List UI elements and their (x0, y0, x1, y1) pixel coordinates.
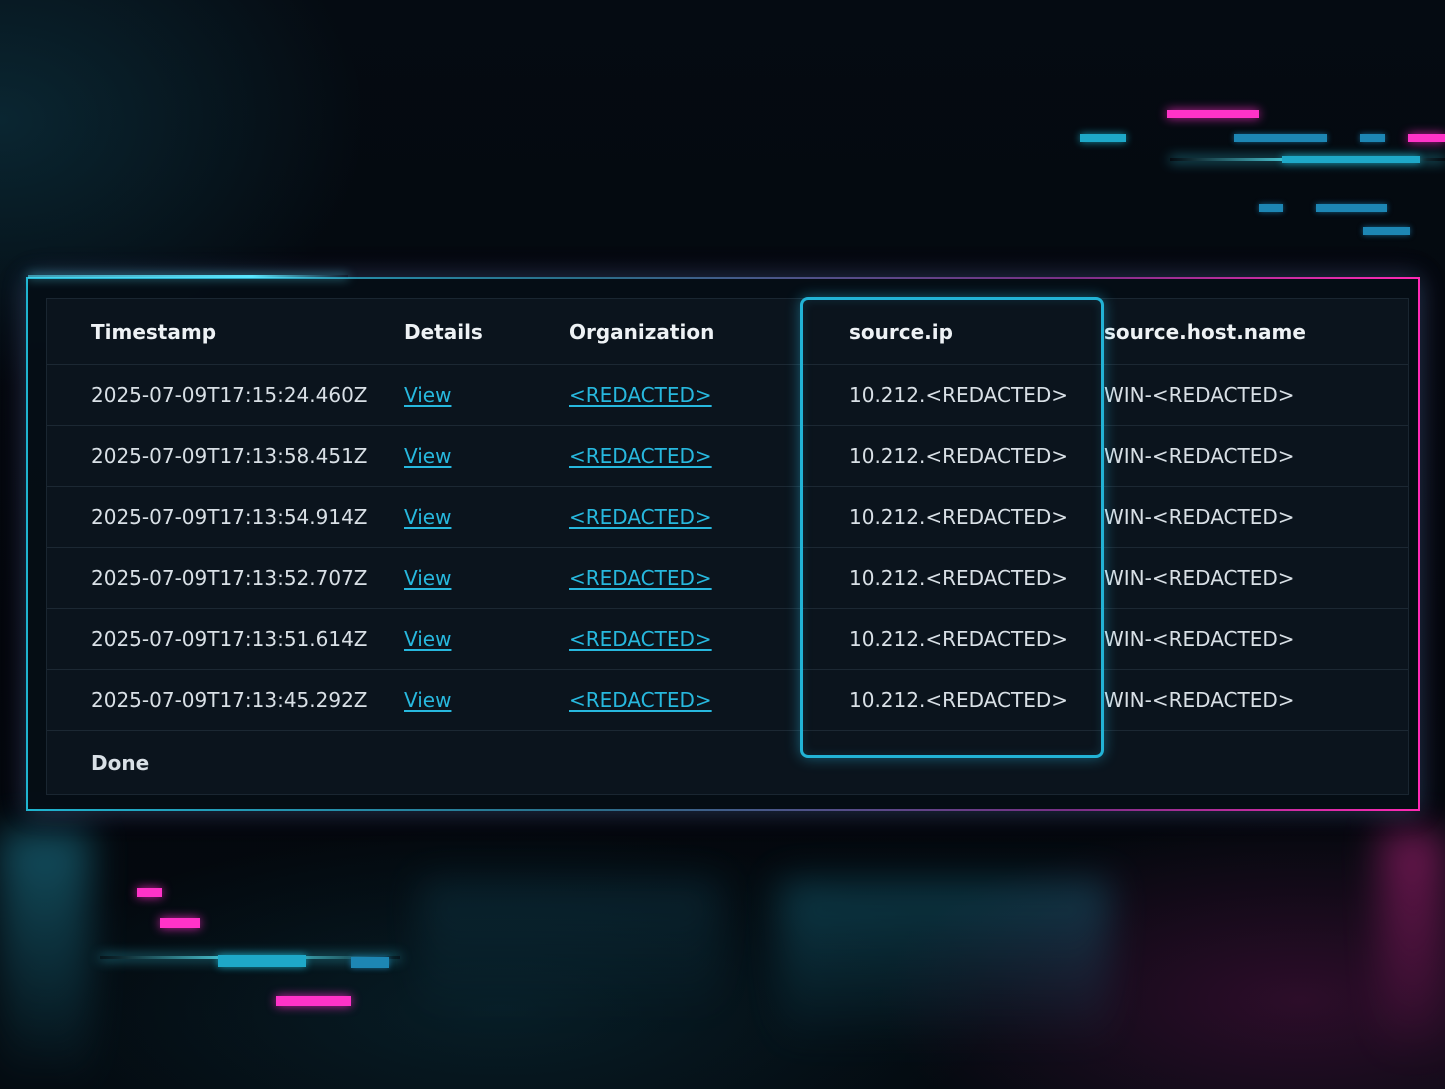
column-header-source-ip[interactable]: source.ip (802, 299, 1104, 365)
cell-details: View (404, 425, 569, 487)
floor-reflection-cyan-center (780, 880, 1110, 1050)
organization-link[interactable]: <REDACTED> (569, 383, 712, 407)
cell-details: View (404, 547, 569, 609)
cell-host-name: WIN-<REDACTED> (1104, 486, 1408, 548)
cell-details: View (404, 486, 569, 548)
floor-reflection-pink-right (1380, 830, 1445, 1060)
cell-host-name: WIN-<REDACTED> (1104, 547, 1408, 609)
glitch-bar (1259, 204, 1283, 212)
cell-timestamp: 2025-07-09T17:13:58.451Z (47, 425, 404, 487)
cell-timestamp: 2025-07-09T17:15:24.460Z (47, 364, 404, 426)
table-row: 2025-07-09T17:13:52.707Z View <REDACTED>… (47, 547, 1408, 609)
organization-link[interactable]: <REDACTED> (569, 505, 712, 529)
source-ip-value: 10.212.<REDACTED> (849, 566, 1068, 590)
view-details-link[interactable]: View (404, 688, 451, 712)
cell-timestamp: 2025-07-09T17:13:51.614Z (47, 608, 404, 670)
cell-host-name: WIN-<REDACTED> (1104, 669, 1408, 731)
view-details-link[interactable]: View (404, 566, 451, 590)
glitch-bar (351, 957, 389, 968)
source-ip-value: 10.212.<REDACTED> (849, 627, 1068, 651)
cell-timestamp: 2025-07-09T17:13:52.707Z (47, 547, 404, 609)
cell-organization: <REDACTED> (569, 608, 802, 670)
cell-host-name: WIN-<REDACTED> (1104, 608, 1408, 670)
floor-reflection-cyan-mid (420, 880, 720, 1020)
glitch-bar (1363, 227, 1410, 235)
organization-link[interactable]: <REDACTED> (569, 566, 712, 590)
column-header-source-host-name[interactable]: source.host.name (1104, 299, 1408, 365)
scene: Timestamp Details Organization source.ip… (0, 0, 1445, 1089)
glitch-bar (1360, 134, 1385, 142)
source-ip-value: 10.212.<REDACTED> (849, 444, 1068, 468)
glitch-bar (137, 888, 162, 897)
cell-source-ip: 10.212.<REDACTED> (802, 486, 1104, 548)
column-header-timestamp[interactable]: Timestamp (47, 299, 404, 365)
cell-organization: <REDACTED> (569, 364, 802, 426)
table-footer-row: Done (47, 731, 1408, 795)
table-row: 2025-07-09T17:15:24.460Z View <REDACTED>… (47, 364, 1408, 426)
cell-source-ip: 10.212.<REDACTED> (802, 608, 1104, 670)
source-ip-value: 10.212.<REDACTED> (849, 505, 1068, 529)
view-details-link[interactable]: View (404, 444, 451, 468)
glitch-bar (1282, 156, 1420, 163)
glitch-bar (1408, 134, 1445, 142)
column-header-details[interactable]: Details (404, 299, 569, 365)
cell-timestamp: 2025-07-09T17:13:45.292Z (47, 669, 404, 731)
view-details-link[interactable]: View (404, 627, 451, 651)
column-header-organization[interactable]: Organization (569, 299, 802, 365)
cell-organization: <REDACTED> (569, 486, 802, 548)
results-table: Timestamp Details Organization source.ip… (46, 298, 1409, 795)
organization-link[interactable]: <REDACTED> (569, 444, 712, 468)
cell-source-ip: 10.212.<REDACTED> (802, 669, 1104, 731)
glitch-bar (1234, 134, 1327, 142)
table-row: 2025-07-09T17:13:58.451Z View <REDACTED>… (47, 425, 1408, 487)
table-header-row: Timestamp Details Organization source.ip… (47, 299, 1408, 365)
cell-details: View (404, 669, 569, 731)
organization-link[interactable]: <REDACTED> (569, 688, 712, 712)
table-row: 2025-07-09T17:13:54.914Z View <REDACTED>… (47, 486, 1408, 548)
floor-reflection-cyan-left (0, 830, 90, 1089)
organization-link[interactable]: <REDACTED> (569, 627, 712, 651)
glitch-bar (160, 918, 200, 928)
cell-organization: <REDACTED> (569, 669, 802, 731)
status-done-label: Done (91, 750, 150, 775)
cell-host-name: WIN-<REDACTED> (1104, 364, 1408, 426)
glitch-bar (1316, 204, 1387, 212)
cell-host-name: WIN-<REDACTED> (1104, 425, 1408, 487)
source-ip-value: 10.212.<REDACTED> (849, 688, 1068, 712)
glitch-bar (1167, 110, 1259, 118)
cell-organization: <REDACTED> (569, 547, 802, 609)
cell-source-ip: 10.212.<REDACTED> (802, 425, 1104, 487)
glitch-bar (1080, 134, 1126, 142)
view-details-link[interactable]: View (404, 505, 451, 529)
glitch-bar (218, 955, 306, 967)
cell-source-ip: 10.212.<REDACTED> (802, 364, 1104, 426)
table-row: 2025-07-09T17:13:51.614Z View <REDACTED>… (47, 608, 1408, 670)
cell-details: View (404, 608, 569, 670)
column-header-source-ip-label: source.ip (849, 319, 953, 344)
table-row: 2025-07-09T17:13:45.292Z View <REDACTED>… (47, 669, 1408, 731)
cell-timestamp: 2025-07-09T17:13:54.914Z (47, 486, 404, 548)
panel-top-glow (28, 275, 348, 278)
source-ip-value: 10.212.<REDACTED> (849, 383, 1068, 407)
cell-source-ip: 10.212.<REDACTED> (802, 547, 1104, 609)
cell-organization: <REDACTED> (569, 425, 802, 487)
cell-details: View (404, 364, 569, 426)
view-details-link[interactable]: View (404, 383, 451, 407)
glitch-bar (276, 996, 351, 1006)
